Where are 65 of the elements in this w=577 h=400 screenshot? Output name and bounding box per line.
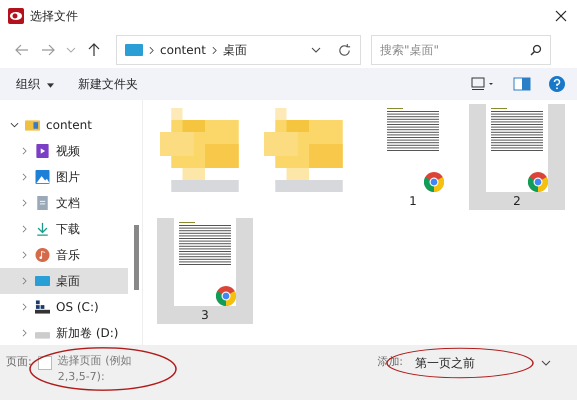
chevron-right-icon xyxy=(20,251,29,259)
forward-arrow-icon[interactable] xyxy=(40,42,56,58)
text-lines-drawing xyxy=(179,222,231,266)
search-icon xyxy=(530,44,542,56)
search-field[interactable]: 搜索"桌面" xyxy=(371,35,551,65)
file-item[interactable]: 1 xyxy=(365,104,461,210)
chevron-right-icon xyxy=(212,46,217,54)
breadcrumb-item[interactable]: content xyxy=(160,43,206,57)
app-logo-icon xyxy=(8,8,24,24)
organize-button[interactable]: 组织 xyxy=(10,72,60,96)
folder-icon xyxy=(25,118,40,132)
pages-label: 页面: xyxy=(6,354,32,370)
checkbox-label[interactable]: 选择页面 (例如2,3,5-7): xyxy=(58,353,150,385)
back-arrow-icon[interactable] xyxy=(14,42,30,58)
chevron-right-icon xyxy=(20,173,29,181)
tree-item[interactable]: 图片 xyxy=(0,164,128,190)
tree-item[interactable]: 视频 xyxy=(0,138,128,164)
chevron-right-icon xyxy=(20,225,29,233)
text-lines-drawing xyxy=(387,108,439,152)
chevron-right-icon xyxy=(149,46,154,54)
chevron-right-icon xyxy=(20,199,29,207)
file-item[interactable]: 2 xyxy=(469,104,565,210)
browser-logo-icon xyxy=(424,172,444,192)
chevron-right-icon xyxy=(20,329,29,337)
address-bar[interactable]: content 桌面 xyxy=(116,35,361,65)
desktop-icon xyxy=(125,44,143,56)
file-name: 3 xyxy=(201,308,209,322)
view-icon[interactable] xyxy=(471,77,495,91)
help-icon[interactable] xyxy=(549,76,565,92)
chevron-right-icon xyxy=(20,277,29,285)
close-icon[interactable] xyxy=(555,10,567,22)
checkbox[interactable] xyxy=(38,356,52,370)
file-name: 2 xyxy=(513,194,521,208)
file-item[interactable]: 3 xyxy=(157,218,253,324)
browser-logo-icon xyxy=(528,172,548,192)
chevron-down-icon[interactable] xyxy=(10,121,19,129)
tree-item[interactable]: 新加卷 (D:) xyxy=(0,320,128,345)
tree-item[interactable]: OS (C:) xyxy=(0,294,128,320)
new-folder-button[interactable]: 新建文件夹 xyxy=(72,72,144,96)
image-icon xyxy=(35,170,50,184)
caret-icon xyxy=(46,82,54,88)
chevron-right-icon xyxy=(20,147,29,155)
tree-item[interactable]: 下载 xyxy=(0,216,128,242)
position-dropdown[interactable]: 第一页之前 xyxy=(409,353,557,373)
window-title: 选择文件 xyxy=(30,8,78,24)
tree-item[interactable]: 桌面 xyxy=(0,268,128,294)
chevron-down-icon[interactable] xyxy=(311,47,321,53)
chevron-right-icon xyxy=(20,303,29,311)
desktop-icon xyxy=(35,274,50,288)
preview-pane-icon[interactable] xyxy=(513,77,531,91)
file-name: 1 xyxy=(409,194,417,208)
tree-item[interactable]: 音乐 xyxy=(0,242,128,268)
up-arrow-icon[interactable] xyxy=(86,42,102,58)
browser-logo-icon xyxy=(216,286,236,306)
refresh-icon[interactable] xyxy=(337,42,352,58)
breadcrumb-item[interactable]: 桌面 xyxy=(222,42,247,58)
text-lines-drawing xyxy=(491,108,543,152)
drive-icon xyxy=(35,300,50,314)
tree-item[interactable]: content xyxy=(0,112,128,138)
music-icon xyxy=(35,248,50,262)
document-icon xyxy=(35,196,50,210)
tree-item[interactable]: 文档 xyxy=(0,190,128,216)
download-icon xyxy=(35,222,50,236)
chevron-down-icon xyxy=(541,360,551,366)
video-icon xyxy=(35,144,50,158)
